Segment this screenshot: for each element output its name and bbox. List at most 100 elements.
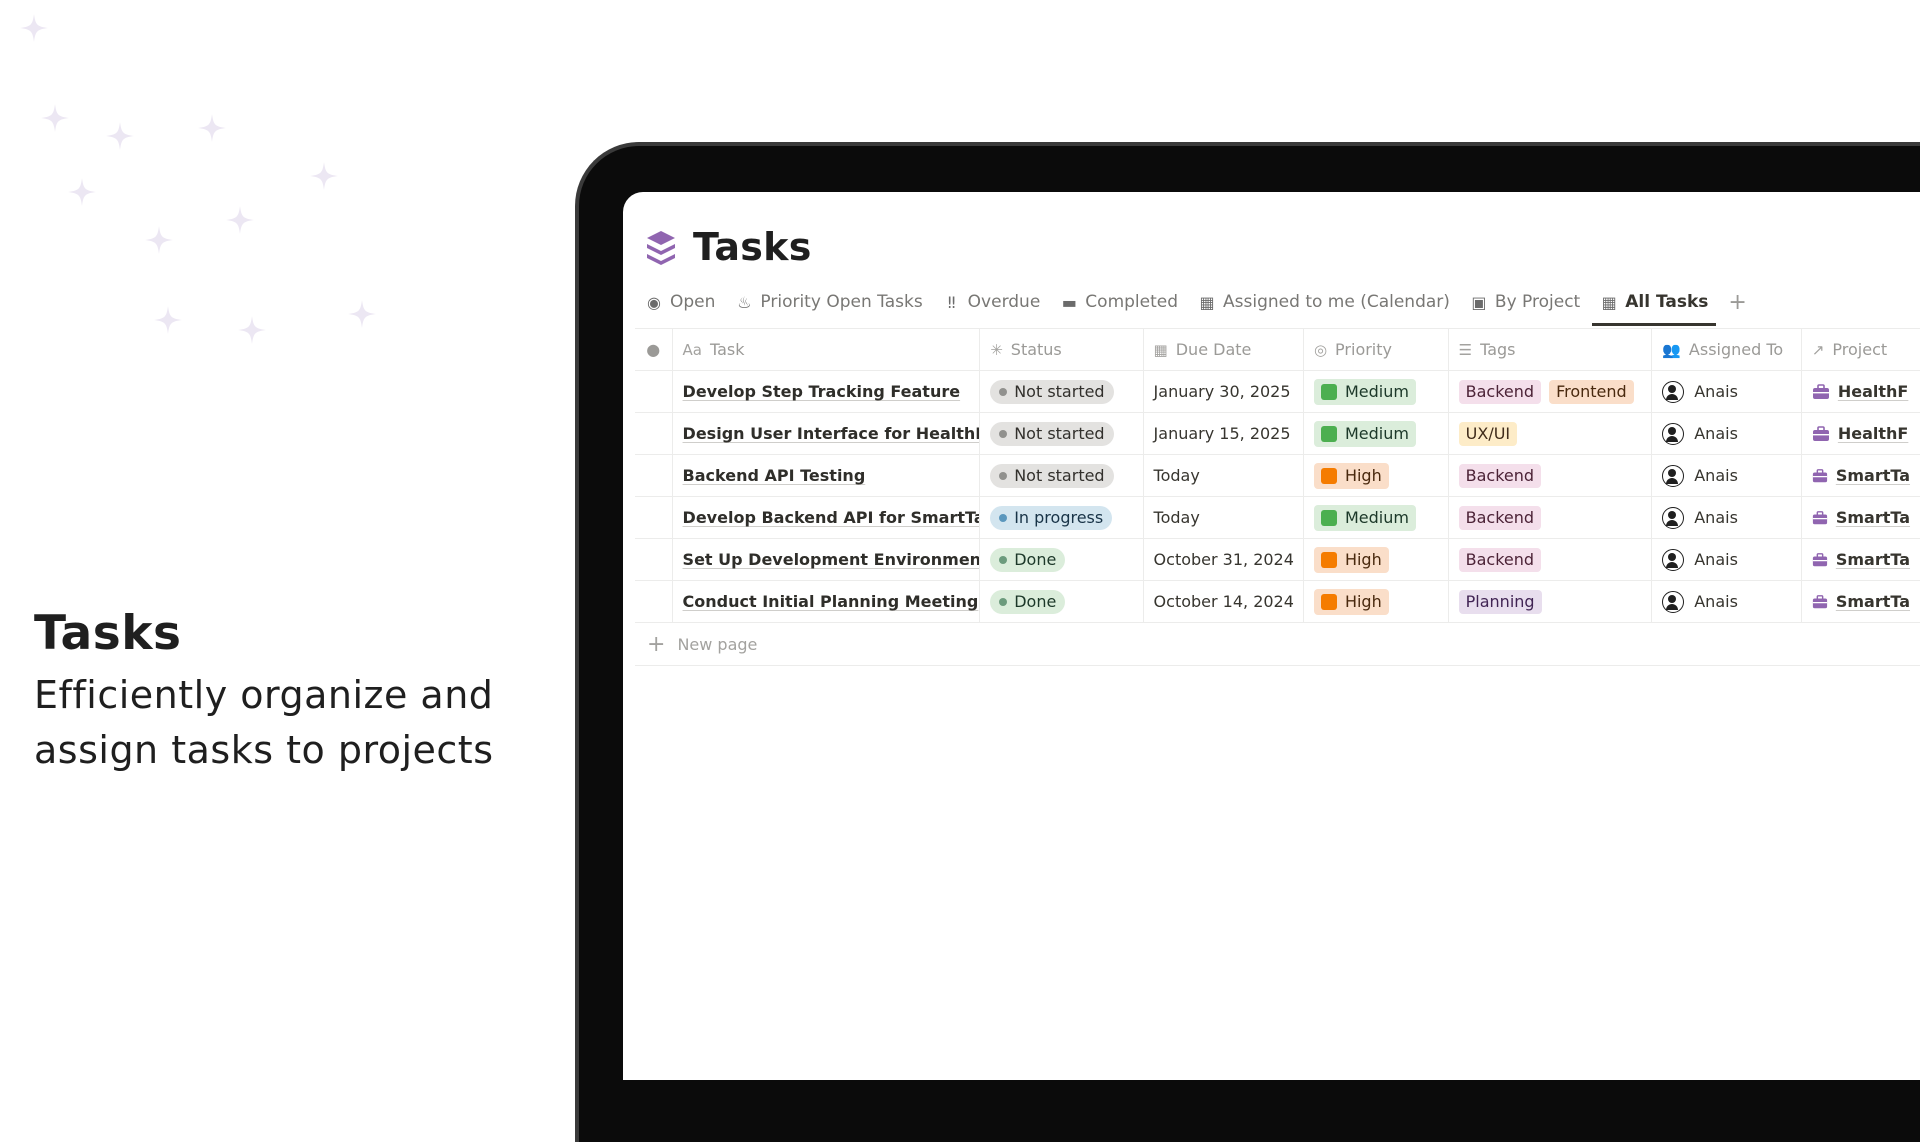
- project-name[interactable]: SmartTa: [1836, 550, 1910, 569]
- column-header-status[interactable]: ✳ Status: [980, 329, 1144, 370]
- tags-cell[interactable]: Backend: [1449, 539, 1653, 580]
- tab-by-project[interactable]: ▣ By Project: [1470, 282, 1580, 322]
- tags-cell[interactable]: Planning: [1449, 581, 1653, 622]
- avatar: [1662, 464, 1685, 487]
- task-cell[interactable]: Conduct Initial Planning Meeting: [673, 581, 981, 622]
- priority-cell[interactable]: High: [1304, 581, 1449, 622]
- tags-cell[interactable]: Backend: [1449, 455, 1653, 496]
- project-name[interactable]: HealthF: [1838, 424, 1909, 443]
- table-row[interactable]: Set Up Development Environment Done Octobe…: [635, 539, 1920, 581]
- column-header-priority[interactable]: ◎ Priority: [1304, 329, 1449, 370]
- priority-label: High: [1344, 550, 1382, 569]
- project-name[interactable]: SmartTa: [1836, 508, 1910, 527]
- priority-cell[interactable]: High: [1304, 455, 1449, 496]
- assignee-cell[interactable]: Anais: [1652, 371, 1802, 412]
- column-label: Priority: [1335, 340, 1392, 359]
- assignee-cell[interactable]: Anais: [1652, 455, 1802, 496]
- priority-cell[interactable]: Medium: [1304, 497, 1449, 538]
- row-handle[interactable]: [635, 455, 673, 496]
- table-row[interactable]: Conduct Initial Planning Meeting Done Octo…: [635, 581, 1920, 623]
- priority-cell[interactable]: High: [1304, 539, 1449, 580]
- assignee-cell[interactable]: Anais: [1652, 497, 1802, 538]
- task-name[interactable]: Develop Step Tracking Feature: [683, 382, 961, 401]
- project-cell[interactable]: SmartTa: [1802, 497, 1920, 538]
- project-cell[interactable]: HealthF: [1802, 371, 1920, 412]
- tab-priority-open-tasks[interactable]: ♨ Priority Open Tasks: [735, 282, 922, 322]
- task-cell[interactable]: Develop Step Tracking Feature: [673, 371, 981, 412]
- tab-open[interactable]: ◉ Open: [645, 282, 715, 322]
- assignee-cell[interactable]: Anais: [1652, 581, 1802, 622]
- tab-overdue[interactable]: ‼ Overdue: [943, 282, 1041, 322]
- briefcase-icon: [1812, 552, 1827, 566]
- column-header-project[interactable]: ↗ Project: [1802, 329, 1920, 370]
- project-name[interactable]: HealthF: [1838, 382, 1909, 401]
- project-cell[interactable]: SmartTa: [1802, 455, 1920, 496]
- new-page-button[interactable]: + New page: [635, 623, 1920, 666]
- due-date-cell[interactable]: October 31, 2024: [1144, 539, 1304, 580]
- add-view-plus-icon[interactable]: +: [1728, 282, 1746, 322]
- tab-assigned-to-me-calendar[interactable]: ▦ Assigned to me (Calendar): [1198, 282, 1449, 322]
- priority-cell[interactable]: Medium: [1304, 413, 1449, 454]
- tab-completed[interactable]: ▬ Completed: [1060, 282, 1178, 322]
- column-header-task[interactable]: Aa Task: [673, 329, 981, 370]
- row-handle[interactable]: [635, 581, 673, 622]
- project-cell[interactable]: SmartTa: [1802, 581, 1920, 622]
- tags-cell[interactable]: Backend: [1449, 497, 1653, 538]
- status-dot: [999, 555, 1008, 564]
- status-cell[interactable]: Done: [980, 539, 1144, 580]
- due-date-cell[interactable]: October 14, 2024: [1144, 581, 1304, 622]
- task-cell[interactable]: Backend API Testing: [673, 455, 981, 496]
- status-cell[interactable]: Not started: [980, 371, 1144, 412]
- column-header-assigned-to[interactable]: 👥 Assigned To: [1652, 329, 1802, 370]
- column-header-tags[interactable]: ☰ Tags: [1449, 329, 1653, 370]
- project-cell[interactable]: SmartTa: [1802, 539, 1920, 580]
- table-row[interactable]: Backend API Testing Not started Today High B…: [635, 455, 1920, 497]
- tags-cell[interactable]: Backend Frontend: [1449, 371, 1653, 412]
- plus-icon: +: [647, 631, 666, 657]
- task-name[interactable]: Develop Backend API for SmartTask: [683, 508, 980, 527]
- avatar: [1662, 506, 1685, 529]
- status-cell[interactable]: Not started: [980, 455, 1144, 496]
- column-header-due-date[interactable]: ▦ Due Date: [1144, 329, 1304, 370]
- tab-label: By Project: [1494, 292, 1581, 312]
- task-name[interactable]: Backend API Testing: [683, 466, 866, 485]
- table-row[interactable]: Develop Step Tracking Feature Not started…: [635, 371, 1920, 413]
- due-date-cell[interactable]: Today: [1144, 497, 1304, 538]
- priority-badge: Medium: [1313, 420, 1416, 447]
- target-icon: ◎: [1313, 340, 1328, 359]
- due-date-cell[interactable]: Today: [1144, 455, 1304, 496]
- row-select-icon[interactable]: ●: [635, 329, 673, 370]
- table-row[interactable]: Design User Interface for HealthFit Not s…: [635, 413, 1920, 455]
- task-cell[interactable]: Design User Interface for HealthFit: [673, 413, 981, 454]
- project-name[interactable]: SmartTa: [1836, 466, 1910, 485]
- project-name[interactable]: SmartTa: [1836, 592, 1910, 611]
- priority-cell[interactable]: Medium: [1304, 371, 1449, 412]
- status-cell[interactable]: In progress: [980, 497, 1144, 538]
- task-cell[interactable]: Set Up Development Environment: [673, 539, 981, 580]
- due-date-cell[interactable]: January 30, 2025: [1144, 371, 1304, 412]
- table-row[interactable]: Develop Backend API for SmartTask In prog…: [635, 497, 1920, 539]
- project-cell[interactable]: HealthF: [1802, 413, 1920, 454]
- row-handle[interactable]: [635, 539, 673, 580]
- status-dot: [999, 471, 1008, 480]
- tags-cell[interactable]: UX/UI: [1449, 413, 1653, 454]
- task-name[interactable]: Set Up Development Environment: [683, 550, 980, 569]
- task-name[interactable]: Design User Interface for HealthFit: [683, 424, 980, 443]
- status-dot: [999, 597, 1008, 606]
- task-name[interactable]: Conduct Initial Planning Meeting: [683, 592, 979, 611]
- row-handle[interactable]: [635, 497, 673, 538]
- tab-label: Priority Open Tasks: [760, 292, 923, 312]
- row-handle[interactable]: [635, 413, 673, 454]
- due-date-cell[interactable]: January 15, 2025: [1144, 413, 1304, 454]
- column-label: Due Date: [1175, 340, 1252, 359]
- status-cell[interactable]: Done: [980, 581, 1144, 622]
- assignee-cell[interactable]: Anais: [1652, 539, 1802, 580]
- status-badge: Not started: [990, 421, 1114, 446]
- status-cell[interactable]: Not started: [980, 413, 1144, 454]
- due-date: October 14, 2024: [1153, 592, 1294, 611]
- row-handle[interactable]: [635, 371, 673, 412]
- promo-title: Tasks: [34, 606, 182, 661]
- tab-all-tasks[interactable]: ▦ All Tasks: [1592, 282, 1717, 326]
- task-cell[interactable]: Develop Backend API for SmartTask: [673, 497, 981, 538]
- assignee-cell[interactable]: Anais: [1652, 413, 1802, 454]
